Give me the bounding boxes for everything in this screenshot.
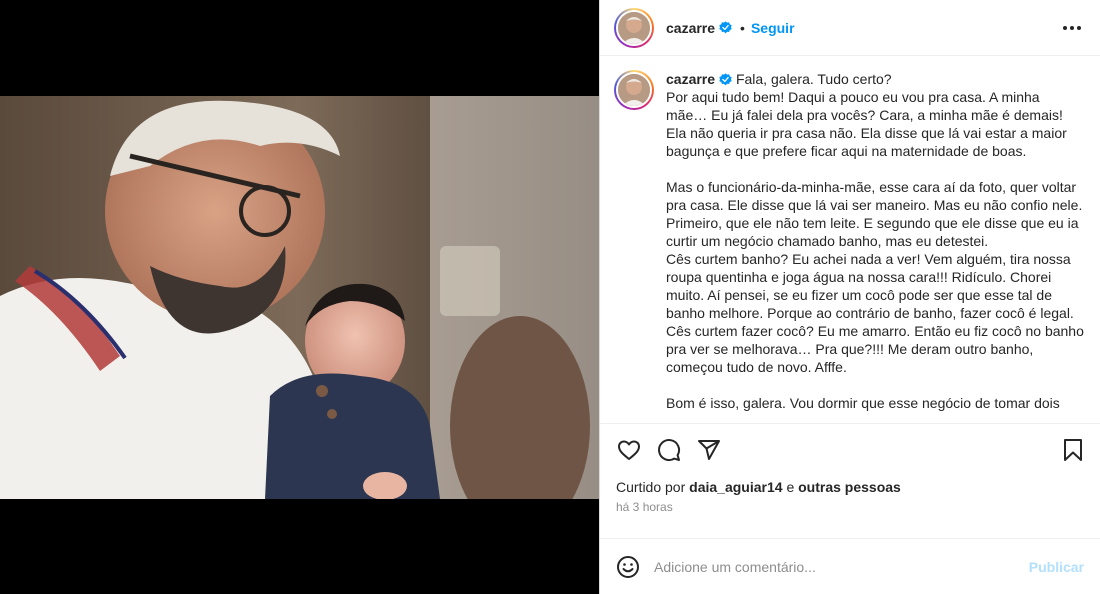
- avatar-image: [616, 9, 652, 46]
- likes-prefix: Curtido por: [616, 479, 686, 495]
- likes-summary: Curtido por daia_aguiar14 e outras pesso…: [600, 476, 1100, 498]
- post-side-panel: cazarre • Seguir cazarre Fala, galera. T…: [599, 0, 1100, 594]
- avatar[interactable]: [614, 7, 654, 48]
- caption-text: Fala, galera. Tudo certo?: [735, 71, 892, 87]
- caption-paragraph: Mas o funcionário-da-minha-mãe, esse car…: [666, 179, 1083, 249]
- emoji-icon[interactable]: [616, 555, 640, 579]
- comments-area[interactable]: cazarre Fala, galera. Tudo certo? Por aq…: [600, 56, 1100, 424]
- publish-button[interactable]: Publicar: [1029, 559, 1084, 575]
- caption-line: cazarre Fala, galera. Tudo certo?: [666, 70, 1084, 88]
- post-photo[interactable]: [0, 96, 599, 499]
- caption-paragraph: Bom é isso, galera. Vou dormir que esse …: [666, 395, 1060, 411]
- post-media: [0, 0, 599, 594]
- more-options-icon[interactable]: [1060, 16, 1084, 40]
- post-timestamp[interactable]: há 3 horas: [600, 498, 1100, 516]
- caption-paragraph: Cês curtem banho? Eu achei nada a ver! V…: [666, 251, 1084, 375]
- follow-button[interactable]: Seguir: [751, 20, 795, 36]
- caption-avatar[interactable]: [614, 70, 654, 110]
- action-bar: [600, 424, 1100, 476]
- likes-and: e: [786, 479, 795, 495]
- post-header: cazarre • Seguir: [600, 0, 1100, 56]
- share-icon[interactable]: [696, 437, 722, 463]
- username-link[interactable]: cazarre: [666, 20, 715, 36]
- caption-username[interactable]: cazarre: [666, 71, 715, 87]
- liked-by-user-link[interactable]: daia_aguiar14: [689, 479, 782, 495]
- comment-icon[interactable]: [656, 437, 682, 463]
- instagram-post-view: cazarre • Seguir cazarre Fala, galera. T…: [0, 0, 1100, 594]
- separator-dot: •: [740, 19, 745, 36]
- verified-badge-icon: [719, 73, 732, 86]
- bookmark-icon[interactable]: [1060, 437, 1086, 463]
- add-comment-bar: Publicar: [600, 538, 1100, 594]
- post-caption: cazarre Fala, galera. Tudo certo? Por aq…: [666, 70, 1084, 423]
- caption-paragraph: Por aqui tudo bem! Daqui a pouco eu vou …: [666, 89, 1067, 159]
- comment-input[interactable]: [654, 558, 1029, 575]
- heart-icon[interactable]: [616, 437, 642, 463]
- verified-badge-icon: [719, 21, 732, 34]
- other-likers-link[interactable]: outras pessoas: [798, 479, 901, 495]
- avatar-image: [616, 72, 652, 108]
